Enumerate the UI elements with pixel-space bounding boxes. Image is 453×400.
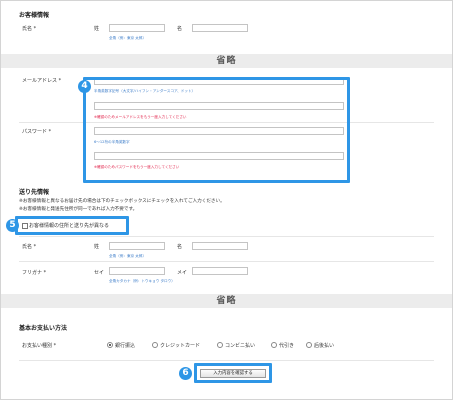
shipping-first-name-input[interactable] — [192, 242, 248, 250]
customer-heading: お客様情報 — [19, 12, 50, 19]
payment-radio-bank[interactable] — [107, 342, 113, 348]
omitted-separator-2-label: 省略 — [216, 296, 237, 306]
divider — [19, 360, 434, 361]
divider — [19, 261, 434, 262]
shipping-note-1: ※お客様情報と異なるお届け先の場合は下のチェックボックスにチェックを入れてご入力… — [19, 199, 225, 204]
email-label: メールアドレス * — [22, 78, 62, 84]
customer-name-hint: 全角（例：東京 太郎） — [109, 36, 147, 40]
shipping-last-name-input[interactable] — [109, 242, 165, 250]
kana-hint: 全角カタカナ（例：トウキョウ タロウ） — [109, 279, 175, 283]
customer-last-name-label: 姓 — [94, 26, 100, 32]
payment-radio-deferred[interactable] — [306, 342, 312, 348]
kana-first-name-input[interactable] — [192, 267, 248, 275]
different-address-label[interactable]: お客様情報の住所と送り先が異なる — [29, 222, 109, 229]
payment-heading: 基本お支払い方法 — [19, 325, 68, 332]
kana-first-name-label: メイ — [177, 270, 188, 276]
badge-5: 5 — [6, 219, 19, 232]
badge-6: 6 — [179, 367, 192, 380]
payment-radio-convenience[interactable] — [217, 342, 223, 348]
omitted-separator-1: 省略 — [1, 54, 452, 68]
payment-option-label[interactable]: 后後払い — [314, 342, 334, 349]
payment-method-label: お支払い種別 * — [22, 343, 57, 349]
kana-last-name-label: セイ — [94, 270, 105, 276]
omitted-separator-2: 省略 — [1, 294, 452, 308]
payment-option-label[interactable]: クレジットカード — [160, 342, 200, 349]
payment-option-label[interactable]: 代引き — [279, 342, 294, 349]
customer-last-name-input[interactable] — [109, 24, 165, 32]
different-address-checkbox[interactable] — [22, 223, 28, 229]
kana-last-name-input[interactable] — [109, 267, 165, 275]
payment-radio-cod[interactable] — [271, 342, 277, 348]
shipping-name-hint: 全角（例：東京 太郎） — [109, 254, 147, 258]
shipping-name-label: 氏名 * — [22, 244, 37, 250]
shipping-last-name-label: 姓 — [94, 244, 100, 250]
customer-first-name-input[interactable] — [192, 24, 248, 32]
payment-option-label[interactable]: コンビニ払い — [225, 342, 255, 349]
badge-4: 4 — [78, 80, 91, 93]
password-label: パスワード * — [22, 129, 52, 135]
shipping-note-2: ※お客様情報と発送先住所が同一であれば入力不要です。 — [19, 207, 138, 212]
shipping-heading: 送り先情報 — [19, 189, 50, 196]
payment-radio-card[interactable] — [152, 342, 158, 348]
order-form-page: お客様情報 氏名 * 姓 名 全角（例：東京 太郎） 省略 メールアドレス * … — [0, 0, 453, 400]
payment-option-label[interactable]: 銀行振込 — [115, 342, 135, 349]
confirm-input-button[interactable]: 入力内容を確認する — [200, 369, 266, 378]
shipping-first-name-label: 名 — [177, 244, 183, 250]
customer-name-label: 氏名 * — [22, 26, 37, 32]
divider — [19, 236, 434, 237]
omitted-separator-1-label: 省略 — [216, 56, 237, 66]
kana-label: フリガナ * — [22, 270, 47, 276]
callout-4-frame — [83, 77, 350, 183]
customer-first-name-label: 名 — [177, 26, 183, 32]
